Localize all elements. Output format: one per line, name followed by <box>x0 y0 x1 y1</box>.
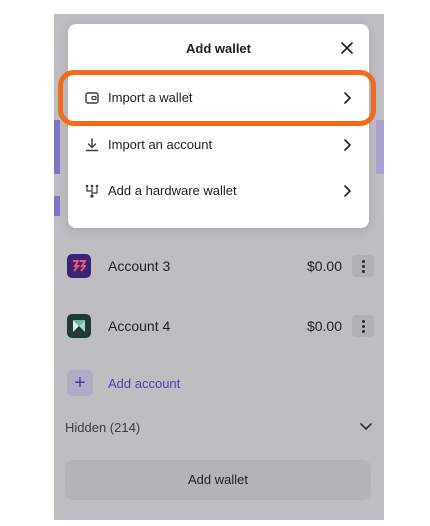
account-row-3[interactable]: Account 3 $0.00 <box>54 246 384 286</box>
account-3-avatar-icon <box>73 260 86 272</box>
account-4-avatar <box>67 314 91 338</box>
hidden-label: Hidden (214) <box>65 420 141 435</box>
option-label: Import an account <box>108 137 213 152</box>
chevron-down-icon <box>360 423 372 431</box>
account-balance: $0.00 <box>306 318 342 334</box>
chevron-right-icon <box>344 139 352 151</box>
close-icon[interactable] <box>339 40 355 56</box>
account-3-avatar <box>67 254 91 278</box>
account-4-avatar-icon <box>73 320 85 332</box>
highlight-outline <box>58 70 376 126</box>
more-options-icon[interactable] <box>352 315 374 337</box>
download-icon <box>85 138 99 152</box>
modal-title: Add wallet <box>185 41 251 56</box>
hardware-icon <box>85 184 99 198</box>
add-account-label: Add account <box>108 376 181 391</box>
add-wallet-modal: Add wallet Import a wallet Import an acc… <box>68 24 369 228</box>
account-name: Account 4 <box>108 318 171 334</box>
selected-account-indicator-right <box>376 120 384 174</box>
hardware-wallet-option[interactable]: Add a hardware wallet <box>68 171 369 211</box>
account-name: Account 3 <box>108 258 171 274</box>
hidden-accounts-toggle[interactable]: Hidden (214) <box>54 414 384 440</box>
option-label: Add a hardware wallet <box>108 183 237 198</box>
account-row-4[interactable]: Account 4 $0.00 <box>54 306 384 346</box>
selected-account-indicator <box>54 120 60 174</box>
import-account-option[interactable]: Import an account <box>68 125 369 165</box>
account-balance: $0.00 <box>306 258 342 274</box>
add-account-button[interactable]: + Add account <box>54 366 384 400</box>
chevron-right-icon <box>344 185 352 197</box>
account-indicator-small <box>54 196 60 216</box>
add-wallet-button[interactable]: Add wallet <box>65 460 371 500</box>
plus-icon: + <box>67 370 93 396</box>
more-options-icon[interactable] <box>352 255 374 277</box>
